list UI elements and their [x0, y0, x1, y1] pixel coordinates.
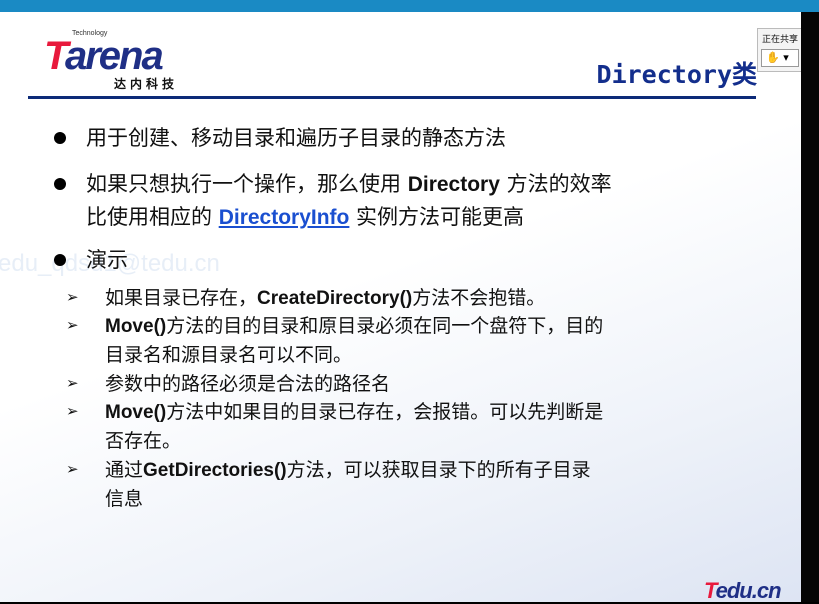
sub-item-2: Move()方法的目的目录和原目录必须在同一个盘符下，目的 目录名和源目录名可以不…	[105, 315, 604, 366]
tarena-logo: Technology Tarena 达内科技	[44, 28, 194, 92]
hand-tool-dropdown[interactable]: ✋ ▾	[761, 49, 799, 67]
sharing-popup[interactable]: 正在共享 ✋ ▾	[757, 28, 801, 72]
directoryinfo-link[interactable]: DirectoryInfo	[219, 206, 350, 229]
arrow-icon: ➢	[66, 288, 79, 306]
arrow-icon: ➢	[66, 460, 79, 478]
slide-title: Directory类	[596, 60, 757, 89]
black-strip	[801, 12, 819, 602]
arrow-icon: ➢	[66, 316, 79, 334]
tedu-logo: Tedu.cn	[704, 578, 782, 603]
sub-item-3: 参数中的路径必须是合法的路径名	[105, 373, 391, 395]
bullet-3: 演示	[86, 248, 128, 272]
sub-item-4: Move()方法中如果目的目录已存在，会报错。可以先判断是 否存在。	[105, 401, 604, 452]
bullet-icon	[54, 132, 66, 144]
logo-cn: 达内科技	[114, 77, 179, 91]
title-divider	[28, 96, 756, 99]
bullet-icon	[54, 178, 66, 190]
top-bar	[0, 0, 819, 12]
logo-word: Tarena	[44, 34, 164, 78]
arrow-icon: ➢	[66, 374, 79, 392]
sub-item-1: 如果目录已存在，CreateDirectory()方法不会抱错。	[105, 287, 546, 309]
bullet-2: 如果只想执行一个操作，那么使用 Directory 方法的效率 比使用相应的 Di…	[86, 172, 612, 229]
arrow-icon: ➢	[66, 402, 79, 420]
bullet-icon	[54, 254, 66, 266]
sharing-label: 正在共享	[762, 35, 799, 45]
bullet-1: 用于创建、移动目录和遍历子目录的静态方法	[86, 126, 506, 150]
sub-item-5: 通过GetDirectories()方法，可以获取目录下的所有子目录 信息	[105, 459, 591, 510]
